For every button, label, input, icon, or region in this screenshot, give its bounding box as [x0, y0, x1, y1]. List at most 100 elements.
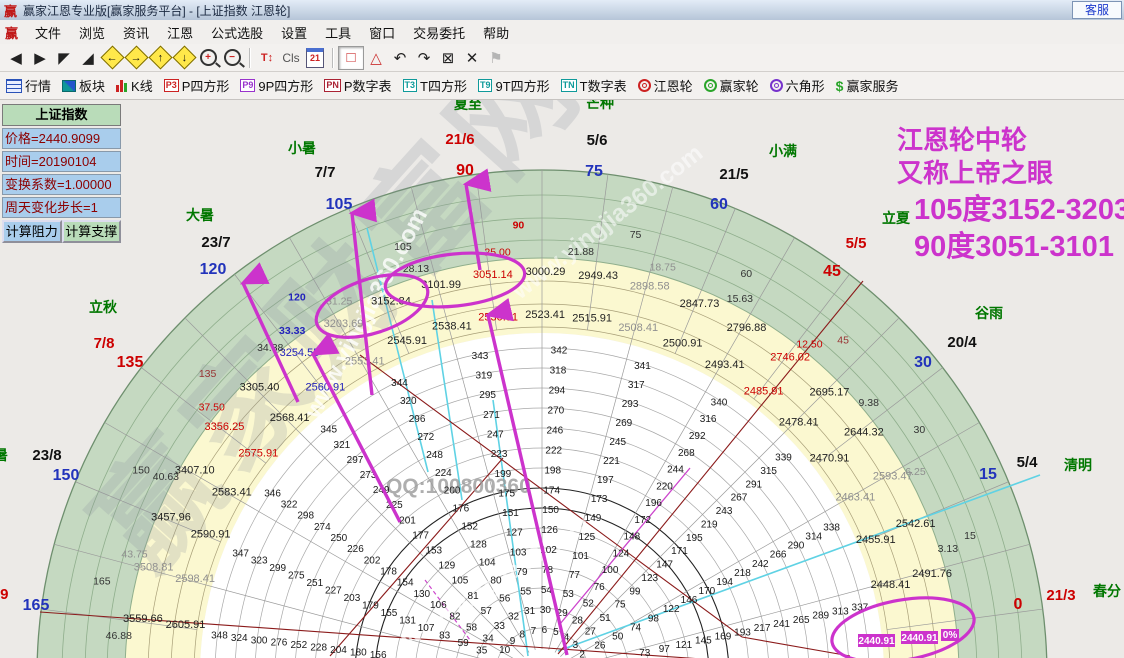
tool-quotes[interactable]: 行情 — [6, 76, 51, 95]
spiral-number: 204 — [330, 645, 347, 656]
menu-item-窗口[interactable]: 窗口 — [360, 23, 404, 42]
spiral-number: 293 — [622, 399, 639, 410]
customer-service-button[interactable]: 客服 — [1072, 1, 1122, 19]
calc-resistance-button[interactable]: 计算阻力 — [2, 220, 62, 243]
tool-gann-wheel[interactable]: 江恩轮 — [638, 76, 693, 95]
tool-9p-square-label: 9P四方形 — [258, 76, 313, 95]
spiral-number: 173 — [591, 494, 608, 505]
date-label: 20/4 — [947, 334, 977, 351]
tool-sectors[interactable]: 板块 — [62, 76, 105, 95]
menu-item-工具[interactable]: 工具 — [316, 23, 360, 42]
step-row: 周天变化步长=1 — [2, 197, 121, 218]
outer-angle-label: 15 — [979, 466, 997, 483]
box-x-icon[interactable]: ⊠ — [436, 47, 460, 69]
menu-item-帮助[interactable]: 帮助 — [474, 23, 518, 42]
crosshair-icon[interactable]: ✕ — [460, 47, 484, 69]
spiral-number: 128 — [470, 540, 487, 551]
price-outer: 2542.61 — [896, 518, 936, 530]
spiral-number: 82 — [449, 611, 461, 622]
spiral-number: 317 — [628, 380, 645, 391]
tool-hexagon-label: 六角形 — [786, 76, 825, 95]
angle-ring-label: 135 — [199, 368, 217, 380]
tool-t-table[interactable]: TNT数字表 — [561, 76, 627, 95]
menu-item-资讯[interactable]: 资讯 — [114, 23, 158, 42]
spiral-number: 252 — [290, 640, 307, 651]
cls-button[interactable]: Cls — [279, 47, 303, 69]
spiral-number: 296 — [409, 414, 426, 425]
tool-t-square[interactable]: T3T四方形 — [403, 76, 467, 95]
spiral-number: 271 — [483, 410, 500, 421]
spiral-number: 180 — [350, 647, 367, 658]
outer-angle-label: 0 — [1014, 596, 1023, 613]
shift-right-icon[interactable]: → — [124, 47, 148, 69]
menu-item-公式选股[interactable]: 公式选股 — [202, 23, 272, 42]
spiral-number: 313 — [832, 607, 849, 618]
spiral-number: 348 — [211, 630, 228, 641]
solar-term-label: 立秋 — [89, 299, 118, 315]
spiral-number: 224 — [435, 468, 452, 479]
tool-9t-square[interactable]: T99T四方形 — [478, 76, 550, 95]
spiral-number: 295 — [479, 390, 496, 401]
updown-axis-icon[interactable]: T↕ — [255, 47, 279, 69]
date-label: 5/4 — [1017, 454, 1039, 471]
price-inner: 2515.91 — [572, 313, 612, 325]
menu-item-文件[interactable]: 文件 — [26, 23, 70, 42]
percent-label: 37.50 — [199, 402, 225, 414]
tool-p-square[interactable]: P3P四方形 — [164, 76, 230, 95]
menu-item-设置[interactable]: 设置 — [272, 23, 316, 42]
date-label: 7/7 — [315, 164, 336, 181]
pointer-up-icon[interactable]: ◤ — [52, 47, 76, 69]
tool-winner-wheel[interactable]: 赢家轮 — [704, 76, 759, 95]
menu-item-江恩[interactable]: 江恩 — [158, 23, 202, 42]
prev-icon[interactable]: ◀ — [4, 47, 28, 69]
tool-9p-square-icon: P9 — [240, 79, 255, 92]
percent-label: 3.13 — [938, 543, 959, 555]
spiral-number: 59 — [458, 638, 470, 649]
spiral-number: 122 — [663, 604, 680, 615]
rect-tool-icon[interactable]: □ — [338, 46, 364, 70]
shift-down-icon[interactable]: ↓ — [172, 47, 196, 69]
spiral-number: 30 — [540, 605, 552, 616]
spiral-number: 197 — [597, 475, 614, 486]
shift-left-icon[interactable]: ← — [100, 47, 124, 69]
tool-9t-square-icon: T9 — [478, 79, 493, 92]
price-outer: 3407.10 — [175, 464, 215, 476]
spiral-number: 34 — [483, 634, 495, 645]
pointer-down-icon[interactable]: ◢ — [76, 47, 100, 69]
spiral-number: 266 — [770, 550, 787, 561]
spiral-number: 151 — [502, 508, 519, 519]
spiral-number: 104 — [479, 558, 496, 569]
spiral-number: 221 — [603, 456, 620, 467]
spiral-number: 196 — [645, 498, 662, 509]
tool-service[interactable]: $赢家服务 — [836, 76, 899, 95]
spiral-number: 268 — [678, 448, 695, 459]
tool-9p-square[interactable]: P99P四方形 — [240, 76, 313, 95]
date-label: 23/8 — [32, 447, 61, 464]
calendar-icon[interactable]: 21 — [303, 47, 327, 69]
shift-up-icon[interactable]: ↑ — [148, 47, 172, 69]
menu-item-浏览[interactable]: 浏览 — [70, 23, 114, 42]
arc-cw-icon[interactable]: ↷ — [412, 47, 436, 69]
menu-item-交易委托[interactable]: 交易委托 — [404, 23, 474, 42]
arc-ccw-icon[interactable]: ↶ — [388, 47, 412, 69]
spiral-number: 155 — [381, 608, 398, 619]
spiral-number: 344 — [391, 378, 408, 389]
triangle-tool-icon[interactable]: △ — [364, 47, 388, 69]
zoom-out-icon[interactable]: − — [220, 47, 244, 69]
kline-candle-icon — [116, 79, 128, 92]
calc-support-button[interactable]: 计算支撑 — [62, 220, 122, 243]
flag-icon[interactable]: ⚑ — [484, 47, 508, 69]
next-icon[interactable]: ▶ — [28, 47, 52, 69]
outer-angle-label: 120 — [200, 261, 227, 278]
function-toolbar: 行情板块 K线 P3P四方形 P99P四方形 PNP数字表 T3T四方形 T99T四方形 TN… — [0, 72, 1124, 100]
spiral-number: 156 — [370, 650, 387, 658]
tool-kline[interactable]: K线 — [116, 76, 153, 95]
price-inner: 2590.91 — [191, 528, 231, 540]
tool-hexagon[interactable]: 六角形 — [770, 76, 825, 95]
tool-p-table[interactable]: PNP数字表 — [324, 76, 391, 95]
tool-t-square-icon: T3 — [403, 79, 418, 92]
zoom-in-icon[interactable]: + — [196, 47, 220, 69]
price-inner: 2455.91 — [856, 534, 896, 546]
menu-logo-icon: 赢 — [5, 23, 18, 42]
spiral-number: 5 — [553, 627, 559, 638]
